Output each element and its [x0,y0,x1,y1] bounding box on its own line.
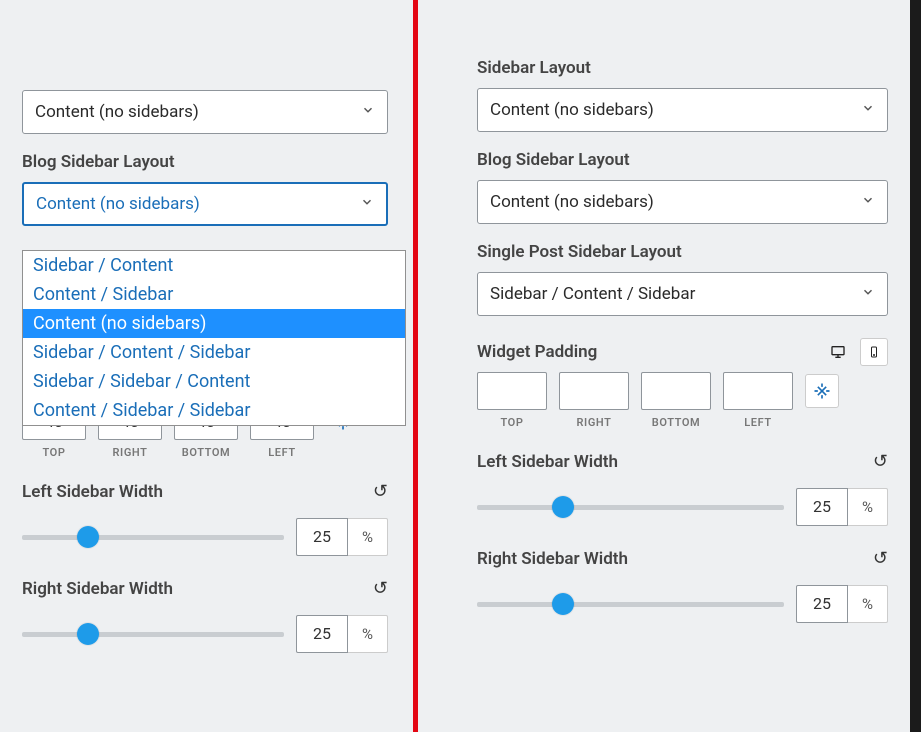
blog-sidebar-layout-select[interactable]: Content (no sidebars) [22,182,388,226]
slider-thumb[interactable] [552,496,574,518]
widget-padding-right-input[interactable] [559,372,629,410]
widget-padding-left-input[interactable] [723,372,793,410]
dropdown-option[interactable]: Content / Sidebar / Sidebar [23,396,405,425]
right-sidebar-width-slider[interactable] [477,602,784,607]
left-sidebar-width-value[interactable]: 25 [296,518,348,556]
widget-padding-label: Widget Padding [477,342,597,362]
blog-sidebar-layout-label: Blog Sidebar Layout [22,152,388,172]
chevron-down-icon [861,101,875,119]
slider-thumb[interactable] [77,623,99,645]
right-sidebar-width-group: Right Sidebar Width ↺ 25 % [477,548,888,623]
slider-thumb[interactable] [77,526,99,548]
padding-label-right: RIGHT [559,416,629,429]
padding-label-top: TOP [22,446,86,459]
padding-label-top: TOP [477,416,547,429]
left-sidebar-width-group: Left Sidebar Width ↺ 25 % [477,451,888,526]
left-sidebar-width-label: Left Sidebar Width [477,452,618,472]
right-sidebar-width-unit: % [348,615,388,653]
single-post-sidebar-layout-select[interactable]: Sidebar / Content / Sidebar [477,272,888,316]
widget-padding-labels: TOP RIGHT BOTTOM LEFT [477,416,888,429]
sidebar-layout-select[interactable]: Content (no sidebars) [477,88,888,132]
slider-thumb[interactable] [552,593,574,615]
desktop-panel: Content (no sidebars) Blog Sidebar Layou… [0,0,410,732]
padding-label-left: LEFT [723,416,793,429]
dropdown-option[interactable]: Sidebar / Sidebar / Content [23,367,405,396]
sidebar-layout-label: Sidebar Layout [477,58,888,78]
chevron-down-icon [861,285,875,303]
right-sidebar-width-value[interactable]: 25 [796,585,848,623]
right-sidebar-width-unit: % [848,585,888,623]
left-sidebar-width-unit: % [348,518,388,556]
reset-icon[interactable]: ↺ [873,451,888,472]
sidebar-layout-select[interactable]: Content (no sidebars) [22,90,388,134]
right-sidebar-width-label: Right Sidebar Width [22,579,173,599]
left-sidebar-width-label: Left Sidebar Width [22,482,163,502]
chevron-down-icon [360,195,374,213]
right-sidebar-width-label: Right Sidebar Width [477,549,628,569]
reset-icon[interactable]: ↺ [373,481,388,502]
padding-label-bottom: BOTTOM [174,446,238,459]
padding-label-bottom: BOTTOM [641,416,711,429]
blog-sidebar-layout-select[interactable]: Content (no sidebars) [477,180,888,224]
dropdown-option[interactable]: Sidebar / Content / Sidebar [23,338,405,367]
left-sidebar-width-group: Left Sidebar Width ↺ 25 % [22,481,388,556]
padding-labels: TOP RIGHT BOTTOM LEFT [22,446,388,459]
panel-divider [413,0,418,732]
left-sidebar-width-value[interactable]: 25 [796,488,848,526]
padding-label-left: LEFT [250,446,314,459]
right-sidebar-width-group: Right Sidebar Width ↺ 25 % [22,578,388,653]
desktop-icon[interactable] [824,338,852,366]
left-sidebar-width-unit: % [848,488,888,526]
mobile-icon[interactable] [860,338,888,366]
reset-icon[interactable]: ↺ [873,548,888,569]
dropdown-option[interactable]: Content / Sidebar [23,280,405,309]
chevron-down-icon [361,103,375,121]
chevron-down-icon [861,193,875,211]
left-sidebar-width-slider[interactable] [22,535,284,540]
widget-padding-row [477,372,888,410]
blog-sidebar-layout-dropdown: Sidebar / Content Content / Sidebar Cont… [22,250,406,426]
right-sidebar-width-value[interactable]: 25 [296,615,348,653]
right-sidebar-width-slider[interactable] [22,632,284,637]
blog-sidebar-layout-value: Content (no sidebars) [36,194,200,214]
widget-padding-bottom-input[interactable] [641,372,711,410]
blog-sidebar-layout-label: Blog Sidebar Layout [477,150,888,170]
widget-padding-top-input[interactable] [477,372,547,410]
reset-icon[interactable]: ↺ [373,578,388,599]
link-values-icon[interactable] [805,374,839,408]
dropdown-option[interactable]: Sidebar / Content [23,251,405,280]
blog-sidebar-layout-value: Content (no sidebars) [490,192,654,212]
padding-label-right: RIGHT [98,446,162,459]
single-post-sidebar-layout-value: Sidebar / Content / Sidebar [490,284,695,304]
single-post-sidebar-layout-label: Single Post Sidebar Layout [477,242,888,262]
sidebar-layout-value: Content (no sidebars) [35,102,199,122]
mobile-panel: Sidebar Layout Content (no sidebars) Blo… [455,0,910,732]
dropdown-option-selected[interactable]: Content (no sidebars) [23,309,405,338]
sidebar-layout-value: Content (no sidebars) [490,100,654,120]
left-sidebar-width-slider[interactable] [477,505,784,510]
